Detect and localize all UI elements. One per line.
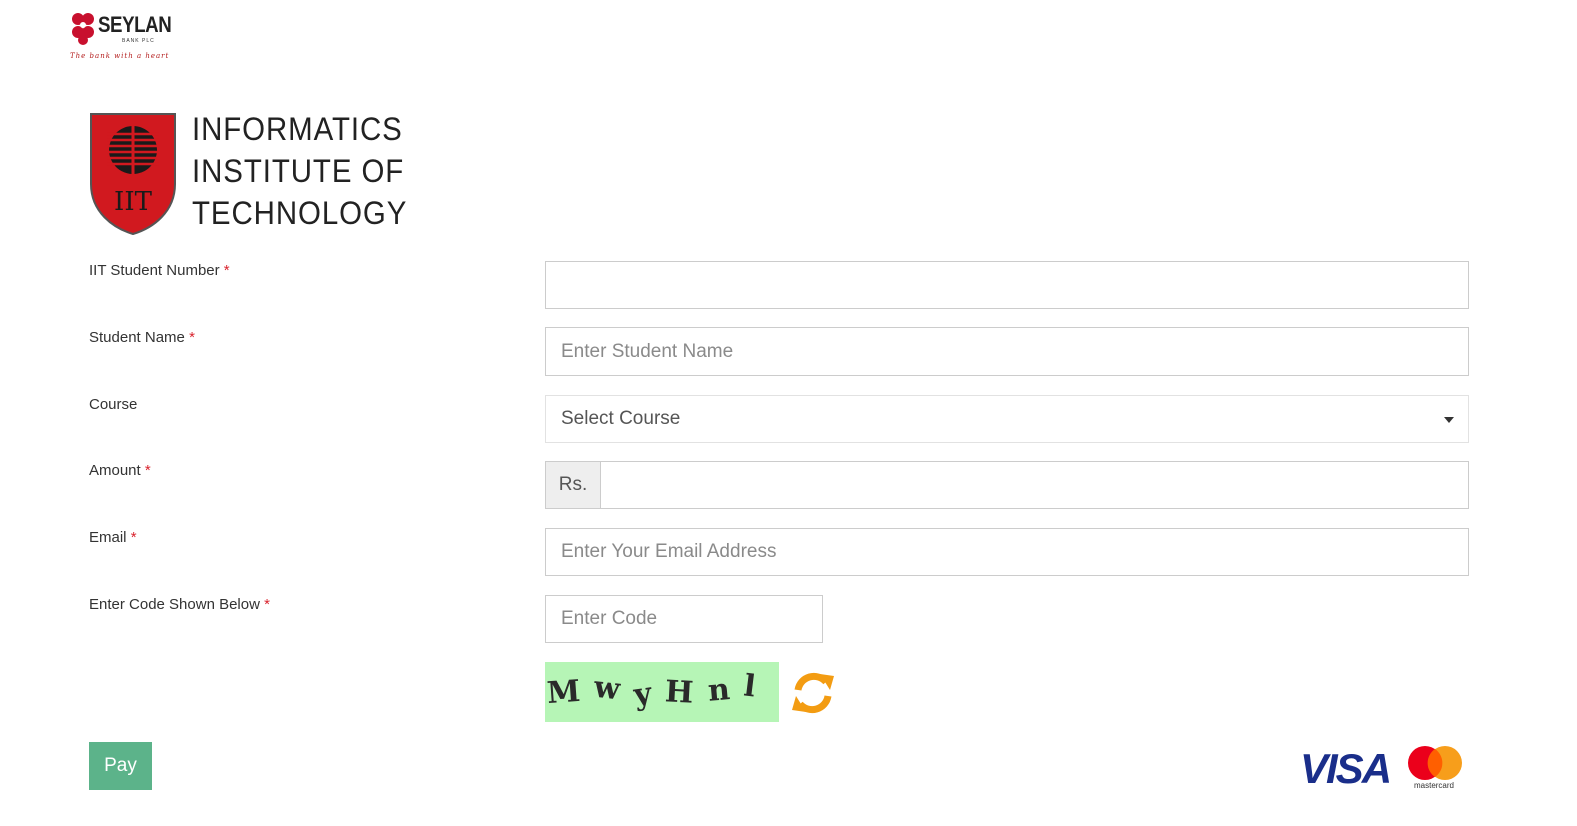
email-input[interactable] [545,528,1469,576]
chevron-down-icon [1444,417,1454,423]
required-mark: * [144,462,151,479]
institute-name-line-2: INSTITUTE OF [192,153,405,189]
pay-button[interactable]: Pay [89,742,152,790]
institute-name-line-3: TECHNOLOGY [192,195,408,231]
captcha-image: M w y H n l [545,662,779,722]
iit-shield-letters: IIT [114,187,153,217]
email-label: Email * [89,529,137,546]
code-label: Enter Code Shown Below * [89,596,270,613]
course-label: Course [89,396,138,413]
required-mark: * [130,529,137,546]
iit-shield-icon: IIT [90,113,176,236]
amount-input[interactable] [600,461,1469,509]
seylan-bank-subtitle: BANK PLC [122,38,155,44]
mastercard-label: mastercard [1413,781,1454,790]
course-selected-value: Select Course [561,408,681,429]
required-mark: * [189,329,195,346]
captcha-char: l [741,667,758,705]
seylan-flower-icon [72,13,94,45]
student-name-input[interactable] [545,327,1469,376]
seylan-bank-name: SEYLAN [98,12,172,37]
seylan-bank-logo: SEYLAN BANK PLC The bank with a heart [70,12,180,64]
captcha-char: y [631,675,654,713]
student-number-label: IIT Student Number * [89,262,230,279]
amount-label: Amount * [89,462,151,479]
required-mark: * [264,596,270,613]
student-name-label: Student Name * [89,329,195,346]
captcha-char: M [545,673,582,711]
visa-logo: VISA [1300,745,1392,792]
student-number-input[interactable] [545,261,1469,309]
course-select[interactable]: Select Course [545,395,1469,443]
institute-name-line-1: INFORMATICS [192,111,403,147]
seylan-bank-tagline: The bank with a heart [70,52,170,60]
captcha-char: w [592,669,622,707]
captcha-char: H [664,673,695,711]
currency-prefix: Rs. [545,461,601,509]
refresh-icon[interactable] [790,670,836,716]
captcha-char: n [706,671,732,709]
required-mark: * [223,262,230,279]
captcha-code-input[interactable] [545,595,823,643]
institute-name: INFORMATICS INSTITUTE OF TECHNOLOGY [192,108,407,234]
